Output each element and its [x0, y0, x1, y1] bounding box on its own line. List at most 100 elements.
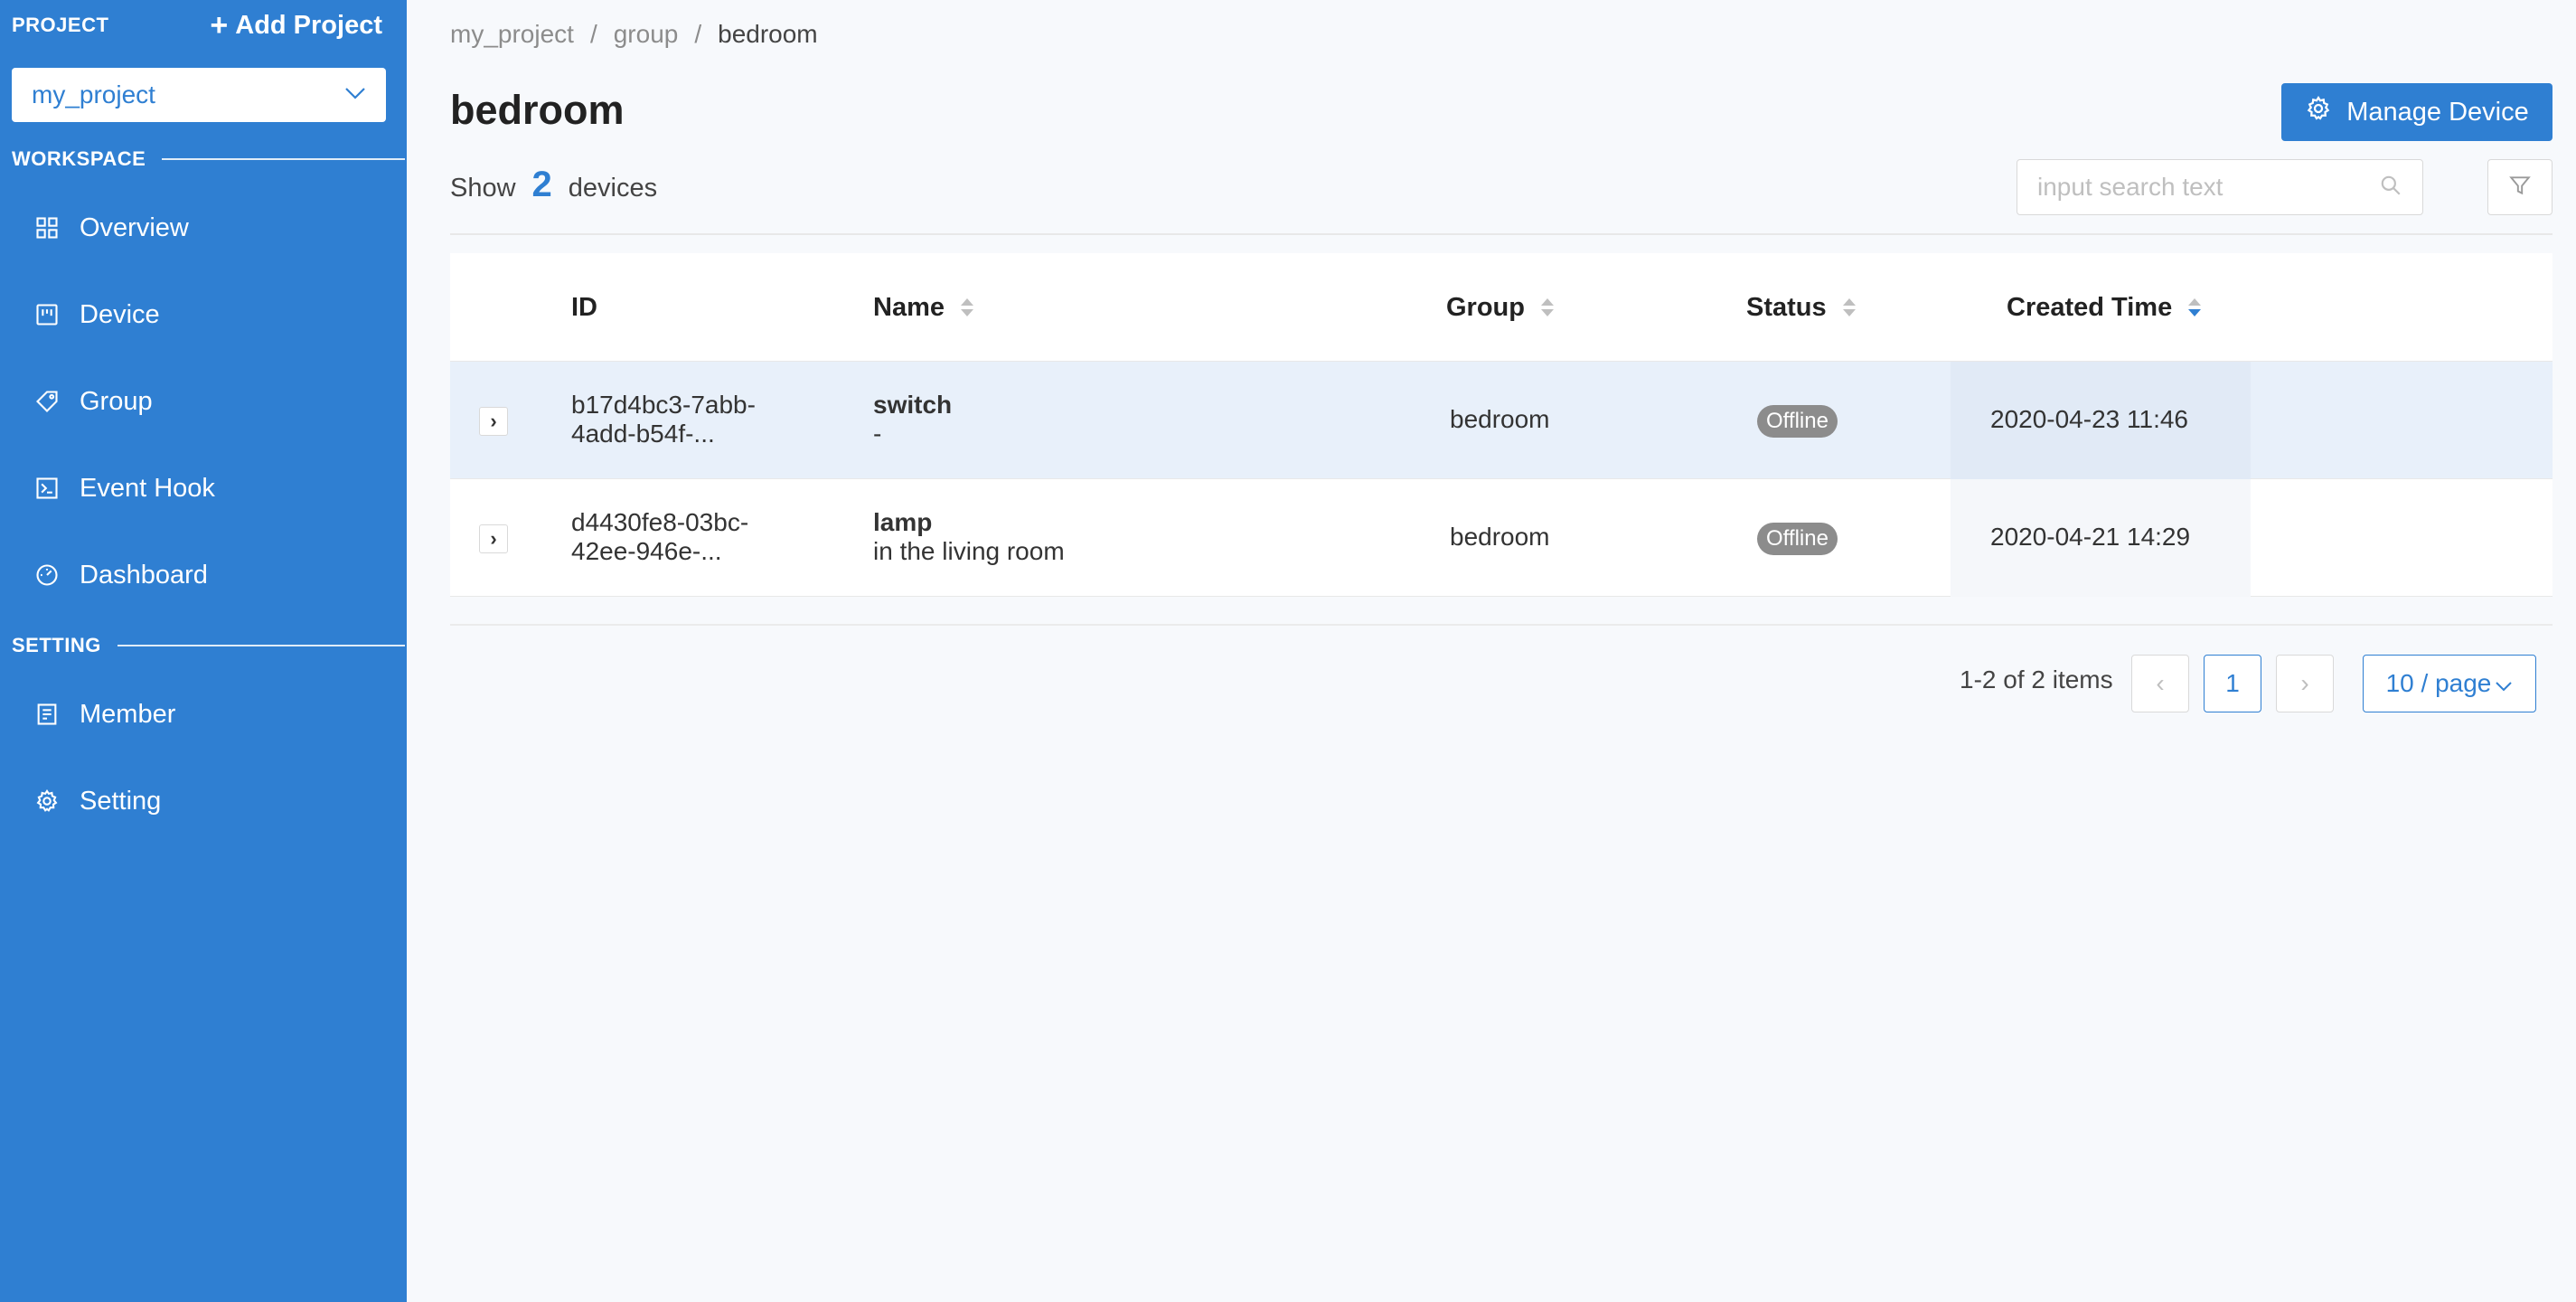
manage-device-button[interactable]: Manage Device	[2281, 83, 2552, 141]
table-row[interactable]: › d4430fe8-03bc- 42ee-946e-... lamp in t…	[450, 479, 2552, 597]
sidebar-item-group[interactable]: Group	[0, 365, 407, 438]
device-description: in the living room	[873, 537, 1065, 565]
setting-section-label: SETTING	[12, 634, 101, 656]
member-icon	[34, 702, 60, 727]
device-group: bedroom	[1450, 523, 1550, 551]
device-name: switch	[873, 391, 953, 419]
sidebar-item-setting[interactable]: Setting	[0, 765, 407, 837]
sidebar-item-label: Device	[80, 299, 160, 329]
gauge-icon	[34, 562, 60, 588]
sort-icon[interactable]	[1842, 298, 1856, 316]
device-icon	[34, 302, 60, 327]
chevron-left-icon: ‹	[2156, 669, 2165, 697]
table-header: ID Name Group Status Created Time	[450, 253, 2552, 362]
add-project-button[interactable]: + Add Project	[210, 10, 382, 41]
breadcrumb-group[interactable]: group	[614, 20, 679, 49]
device-count-suffix: devices	[568, 174, 658, 203]
device-count-number: 2	[531, 165, 552, 204]
pagination-next-button[interactable]: ›	[2276, 655, 2334, 712]
sidebar-item-label: Overview	[80, 212, 189, 242]
sidebar: PROJECT + Add Project my_project WORKSPA…	[0, 0, 407, 1302]
chevron-down-icon	[344, 87, 366, 104]
device-id: b17d4bc3-7abb- 4add-b54f-...	[571, 391, 806, 448]
column-header-status[interactable]: Status	[1746, 253, 1856, 362]
divider-line	[117, 645, 405, 646]
sidebar-item-overview[interactable]: Overview	[0, 192, 407, 264]
column-label: Name	[873, 292, 945, 322]
plus-icon: +	[210, 8, 229, 42]
sort-icon[interactable]	[1541, 298, 1554, 316]
sidebar-item-label: Setting	[80, 786, 162, 816]
column-header-group[interactable]: Group	[1446, 253, 1554, 362]
page-size-value: 10 / page	[2385, 669, 2492, 697]
table-row[interactable]: › b17d4bc3-7abb- 4add-b54f-... switch - …	[450, 362, 2552, 479]
chevron-right-icon: ›	[2300, 669, 2309, 697]
device-table: ID Name Group Status Created Time › b17d…	[450, 253, 2552, 597]
sort-icon[interactable]	[2188, 298, 2202, 316]
project-section-label: PROJECT	[12, 14, 109, 36]
column-header-created-time[interactable]: Created Time	[2007, 253, 2202, 362]
sidebar-item-label: Dashboard	[80, 560, 208, 590]
device-count: Show 2 devices	[450, 165, 657, 205]
sidebar-item-device[interactable]: Device	[0, 278, 407, 351]
device-id: d4430fe8-03bc- 42ee-946e-...	[571, 508, 806, 566]
column-header-name[interactable]: Name	[873, 253, 973, 362]
sort-icon[interactable]	[961, 298, 973, 316]
project-select-value: my_project	[32, 80, 155, 108]
workspace-section-label: WORKSPACE	[12, 147, 146, 170]
tag-icon	[34, 389, 60, 414]
setting-divider: SETTING	[12, 632, 405, 659]
device-id-line: 42ee-946e-...	[571, 537, 722, 565]
expand-row-button[interactable]: ›	[479, 524, 508, 553]
divider-line	[162, 158, 405, 160]
search-box	[2017, 159, 2423, 215]
device-name-cell: switch -	[873, 391, 952, 448]
column-label: Created Time	[2007, 292, 2173, 322]
filter-button[interactable]	[2487, 159, 2552, 215]
search-icon[interactable]	[2379, 174, 2402, 202]
sidebar-item-member[interactable]: Member	[0, 678, 407, 750]
breadcrumb-project[interactable]: my_project	[450, 20, 574, 49]
breadcrumb-separator: /	[694, 20, 702, 48]
project-header: PROJECT + Add Project	[12, 7, 382, 43]
status-badge: Offline	[1757, 405, 1838, 438]
column-label: ID	[571, 292, 597, 322]
device-name: lamp	[873, 508, 933, 536]
sidebar-item-label: Event Hook	[80, 473, 215, 503]
breadcrumb: my_project / group / bedroom	[450, 20, 818, 49]
column-label: Group	[1446, 292, 1525, 322]
pagination-prev-button[interactable]: ‹	[2131, 655, 2189, 712]
breadcrumb-current: bedroom	[718, 20, 818, 48]
device-group: bedroom	[1450, 405, 1550, 433]
add-project-label: Add Project	[235, 10, 382, 40]
sidebar-item-label: Member	[80, 699, 176, 729]
column-header-id: ID	[571, 253, 597, 362]
page-title: bedroom	[450, 87, 625, 133]
main-content: my_project / group / bedroom bedroom Man…	[407, 0, 2576, 1302]
grid-icon	[34, 215, 60, 241]
pagination-total: 1-2 of 2 items	[1960, 665, 2113, 693]
breadcrumb-separator: /	[589, 20, 597, 48]
status-badge: Offline	[1757, 523, 1838, 555]
sidebar-item-event-hook[interactable]: Event Hook	[0, 452, 407, 524]
page-size-select[interactable]: 10 / page	[2363, 655, 2536, 712]
gear-icon	[2305, 95, 2332, 129]
search-input[interactable]	[2037, 173, 2363, 202]
project-select[interactable]: my_project	[12, 68, 386, 122]
device-id-line: 4add-b54f-...	[571, 420, 715, 448]
sidebar-item-dashboard[interactable]: Dashboard	[0, 539, 407, 611]
chevron-down-icon	[2495, 669, 2513, 698]
sidebar-item-label: Group	[80, 386, 153, 416]
device-id-line: d4430fe8-03bc-	[571, 508, 749, 536]
device-name-cell: lamp in the living room	[873, 508, 1065, 566]
expand-row-button[interactable]: ›	[479, 407, 508, 436]
device-id-line: b17d4bc3-7abb-	[571, 391, 756, 419]
workspace-divider: WORKSPACE	[12, 146, 405, 173]
device-created-time: 2020-04-23 11:46	[1990, 405, 2188, 433]
manage-device-label: Manage Device	[2346, 97, 2529, 127]
device-count-prefix: Show	[450, 174, 516, 203]
divider	[450, 233, 2552, 235]
pagination-page-button[interactable]: 1	[2204, 655, 2261, 712]
terminal-icon	[34, 476, 60, 501]
device-created-time: 2020-04-21 14:29	[1990, 523, 2191, 551]
